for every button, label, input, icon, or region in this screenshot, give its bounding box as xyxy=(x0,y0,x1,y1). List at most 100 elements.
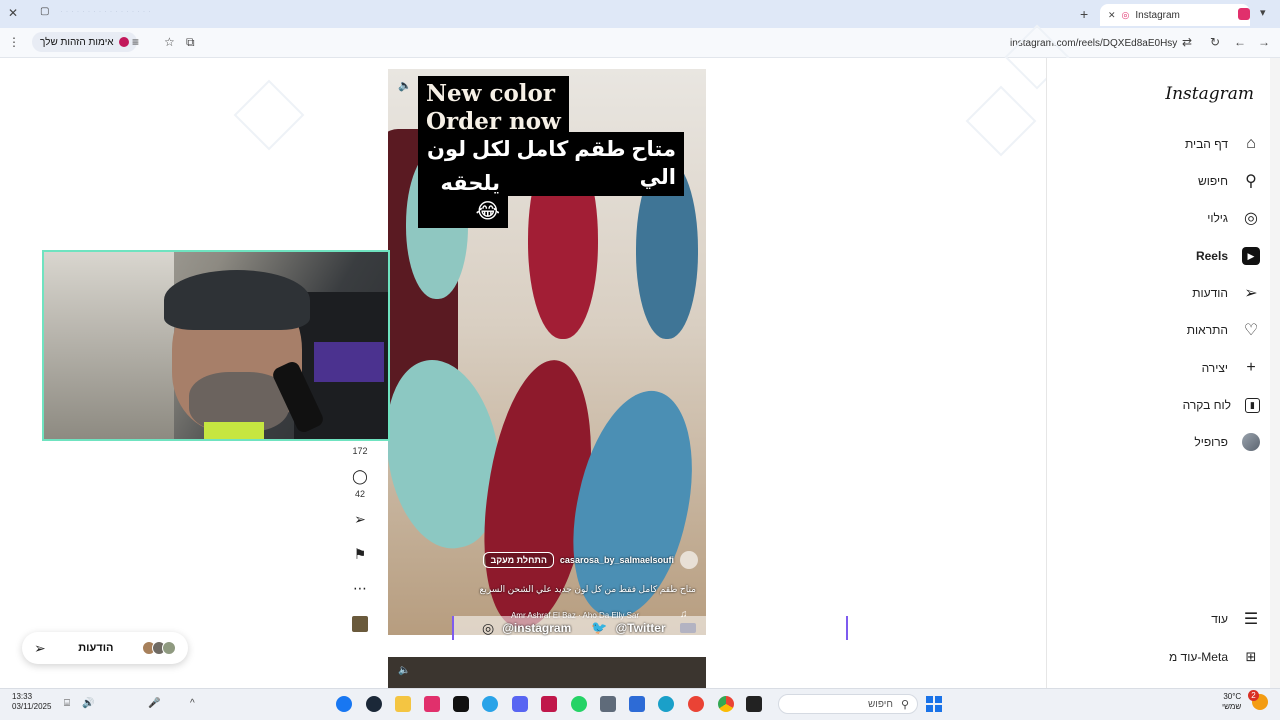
sidebar-item-label: פרופיל xyxy=(1194,435,1228,449)
instagram-app-icon[interactable] xyxy=(1238,8,1250,20)
instagram-glyph-icon: ◎ xyxy=(482,619,495,636)
back-icon[interactable]: ← xyxy=(1234,35,1246,49)
tab-overview-icon[interactable]: ▢ xyxy=(40,6,49,17)
chrome-icon[interactable] xyxy=(718,696,734,712)
new-tab-icon[interactable]: + xyxy=(1080,6,1088,22)
follow-button[interactable]: התחלת מעקב xyxy=(483,552,554,568)
acrobat-icon[interactable] xyxy=(541,696,557,712)
twitter-handle: @Twitter xyxy=(615,621,666,635)
youtube-glyph-icon xyxy=(679,623,696,633)
tiktok-icon[interactable] xyxy=(453,696,469,712)
clock-time: 13:33 xyxy=(12,692,33,701)
sidebar-item-explore[interactable]: גילוי ◎ xyxy=(1207,206,1260,230)
caption-line-1: New color xyxy=(426,80,556,107)
menu-dots-icon[interactable]: ⋮ xyxy=(8,35,20,49)
instagram-handle: @instagram xyxy=(502,621,572,635)
sidebar-item-create[interactable]: יצירה + xyxy=(1202,356,1260,380)
file-explorer-icon[interactable] xyxy=(395,696,411,712)
identity-verify-pill[interactable]: אימות הזהות שלך xyxy=(32,32,137,52)
stream-social-bar: ◎ @instagram 🐦 @Twitter xyxy=(452,616,848,640)
reading-list-icon[interactable]: ≡ xyxy=(132,35,139,49)
messages-label: הודעות xyxy=(78,642,114,654)
likes-count: 172 xyxy=(352,446,368,456)
notification-badge: 2 xyxy=(1248,690,1259,701)
bookmark-star-icon[interactable]: ☆ xyxy=(164,35,175,49)
sidebar-item-label: עוד xyxy=(1211,612,1228,626)
sidebar-item-home[interactable]: דף הבית ⌂ xyxy=(1185,132,1260,156)
app-globe-icon[interactable] xyxy=(482,696,498,712)
streamer-shirt xyxy=(204,422,264,439)
whatsapp-icon[interactable] xyxy=(571,696,587,712)
sidebar-item-notifications[interactable]: התראות ♡ xyxy=(1187,318,1260,342)
sidebar-item-label: יצירה xyxy=(1201,361,1228,375)
tab-list-icon[interactable]: ▾ xyxy=(1260,6,1266,19)
discord-icon[interactable] xyxy=(512,696,528,712)
taskbar-search-placeholder: חיפוש xyxy=(867,698,893,710)
instagram-app-taskbar-icon[interactable] xyxy=(424,696,440,712)
edge-icon[interactable] xyxy=(658,696,674,712)
mic-icon[interactable]: 🎤 xyxy=(148,698,160,709)
sidebar-item-label: דף הבית xyxy=(1184,137,1228,151)
identity-verify-label: אימות הזהות שלך xyxy=(40,36,114,48)
home-icon: ⌂ xyxy=(1246,135,1256,152)
sidebar-item-reels[interactable]: Reels ▶ xyxy=(1196,244,1260,268)
author-avatar[interactable] xyxy=(680,551,698,569)
hamburger-icon: ☰ xyxy=(1243,611,1259,628)
profile-dot-icon xyxy=(118,37,129,47)
mute-icon[interactable]: 🔈 xyxy=(398,79,412,92)
search-icon: ⚲ xyxy=(900,698,909,711)
messages-floating-button[interactable]: ➢ הודעות xyxy=(22,632,188,664)
save-icon[interactable]: ⚑ xyxy=(350,546,370,563)
share-icon[interactable]: ➢ xyxy=(350,511,370,528)
message-avatars xyxy=(142,641,176,655)
overlay-ticker: · · · · · · · · · · · · · · · · · xyxy=(60,6,151,16)
forward-icon[interactable]: → xyxy=(1258,35,1270,49)
sidebar-item-label: Reels xyxy=(1195,249,1228,263)
steam-icon[interactable] xyxy=(366,696,382,712)
sidebar-item-more[interactable]: עוד ☰ xyxy=(1211,607,1260,631)
tab-instagram[interactable]: ✕ ◎ Instagram xyxy=(1100,4,1250,26)
app-notify-icon[interactable] xyxy=(688,696,704,712)
screenshot-icon[interactable]: ⧉ xyxy=(186,35,195,50)
sidebar-item-meta[interactable]: עוד מ-Meta ⊞ xyxy=(1169,645,1260,669)
weather-widget[interactable]: 30°C שמשי xyxy=(1222,692,1241,712)
sidebar-item-profile[interactable]: פרופיל xyxy=(1194,430,1260,454)
sidebar-item-messages[interactable]: הודעות ➢ xyxy=(1192,281,1260,305)
sidebar-item-dashboard[interactable]: לוח בקרה ▮ xyxy=(1183,393,1260,417)
calculator-icon[interactable] xyxy=(600,696,616,712)
store-icon[interactable] xyxy=(629,696,645,712)
windows-logo-icon xyxy=(926,696,933,703)
overlay-diamond-gem xyxy=(965,85,1037,157)
taskbar-search[interactable]: חיפוש ⚲ xyxy=(778,694,918,714)
send-icon: ➢ xyxy=(1244,285,1258,302)
site-settings-icon[interactable]: ⇄ xyxy=(1182,35,1192,49)
sidebar-item-label: הודעות xyxy=(1192,286,1228,300)
reload-icon[interactable]: ↻ xyxy=(1210,35,1220,49)
page-scrollbar[interactable] xyxy=(1270,58,1280,688)
next-reel-preview[interactable]: 🔈 xyxy=(388,657,706,688)
tab-close-icon[interactable]: ✕ xyxy=(1108,10,1116,21)
terminal-icon[interactable] xyxy=(746,696,762,712)
close-window-icon[interactable]: ✕ xyxy=(8,6,18,20)
volume-icon[interactable]: 🔊 xyxy=(82,698,94,709)
audio-thumbnail[interactable] xyxy=(352,616,368,632)
compass-icon: ◎ xyxy=(1244,210,1258,227)
avatar-icon xyxy=(1242,433,1260,451)
facebook-icon[interactable] xyxy=(336,696,352,712)
clock[interactable]: 13:33 03/11/2025 xyxy=(12,692,51,712)
weather-temp: 30°C xyxy=(1223,692,1242,701)
next-reel-mute-icon[interactable]: 🔈 xyxy=(398,665,410,676)
weather-text: שמשי xyxy=(1222,702,1242,711)
reel-username[interactable]: casarosa_by_salmaelsoufi xyxy=(560,555,674,565)
reel-description[interactable]: متاح طقم كامل فقط من كل لون جديد علي الش… xyxy=(400,584,696,595)
more-options-icon[interactable]: ⋯ xyxy=(350,580,370,597)
webcam-background-wall xyxy=(44,252,174,439)
network-icon[interactable]: ⌸ xyxy=(64,698,70,709)
sidebar-item-search[interactable]: חיפוש ⚲ xyxy=(1198,169,1260,193)
instagram-logo[interactable]: Instagram xyxy=(1165,84,1254,104)
comment-icon[interactable]: ◯ xyxy=(350,468,370,485)
tray-expand-icon[interactable]: ^ xyxy=(190,698,195,709)
dashboard-icon: ▮ xyxy=(1245,397,1260,413)
search-icon: ⚲ xyxy=(1245,173,1257,190)
start-button[interactable] xyxy=(926,696,942,712)
